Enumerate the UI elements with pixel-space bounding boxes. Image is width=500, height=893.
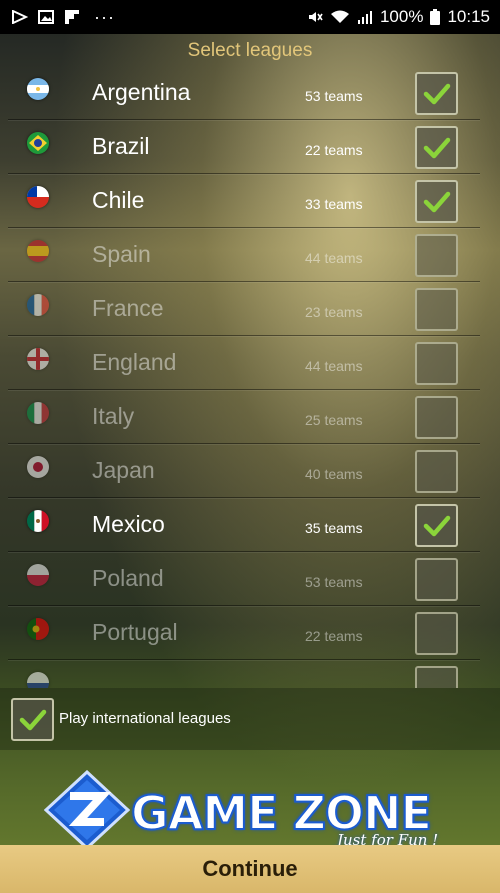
league-row[interactable]: Japan 40 teams — [0, 444, 500, 498]
league-name: Brazil — [92, 133, 150, 159]
international-leagues-checkbox[interactable] — [11, 698, 54, 741]
brazil-flag-icon — [27, 132, 49, 154]
league-row[interactable] — [0, 660, 500, 688]
league-row[interactable]: Portugal 22 teams — [0, 606, 500, 660]
checkmark-icon — [423, 515, 450, 536]
league-checkbox[interactable] — [415, 342, 458, 385]
checkmark-icon — [423, 137, 450, 158]
league-team-count: 25 teams — [305, 412, 363, 428]
league-team-count: 40 teams — [305, 466, 363, 482]
signal-icon — [357, 11, 372, 24]
france-flag-icon — [27, 294, 49, 316]
partial-flag-icon — [27, 672, 49, 688]
league-row[interactable]: Poland 53 teams — [0, 552, 500, 606]
league-name: Italy — [92, 403, 135, 429]
mexico-flag-icon — [27, 510, 49, 532]
flipboard-icon — [65, 10, 79, 24]
league-row[interactable]: Chile 33 teams — [0, 174, 500, 228]
checkmark-icon — [423, 191, 450, 212]
league-checkbox[interactable] — [415, 126, 458, 169]
poland-flag-icon — [27, 564, 49, 586]
battery-percent: 100% — [379, 7, 424, 26]
league-checkbox[interactable] — [415, 396, 458, 439]
league-list[interactable]: Argentina 53 teams Brazil 22 teams Chile 33 t… — [0, 66, 500, 688]
league-name: Mexico — [92, 511, 165, 537]
international-leagues-label: Play international leagues — [59, 710, 231, 727]
league-name: England — [92, 349, 177, 375]
league-row[interactable]: Argentina 53 teams — [0, 66, 500, 120]
japan-flag-icon — [27, 456, 49, 478]
league-name: Spain — [92, 241, 151, 267]
league-checkbox[interactable] — [415, 504, 458, 547]
league-row[interactable]: Mexico 35 teams — [0, 498, 500, 552]
international-leagues-row[interactable]: Play international leagues — [0, 688, 500, 750]
clock: 10:15 — [447, 7, 490, 26]
status-bar: ··· 100% 10:15 — [0, 0, 500, 34]
argentina-flag-icon — [27, 78, 49, 100]
league-name: Portugal — [92, 619, 178, 645]
league-name: Japan — [92, 457, 155, 483]
z-logo-icon — [44, 770, 130, 850]
image-icon — [38, 10, 54, 24]
battery-icon — [430, 9, 441, 25]
mute-icon — [308, 12, 323, 22]
league-checkbox[interactable] — [415, 666, 458, 688]
checkmark-icon — [19, 709, 46, 730]
league-row[interactable]: France 23 teams — [0, 282, 500, 336]
chile-flag-icon — [27, 186, 49, 208]
league-checkbox[interactable] — [415, 72, 458, 115]
league-team-count: 22 teams — [305, 142, 363, 158]
more-notifications: ··· — [94, 6, 115, 27]
league-checkbox[interactable] — [415, 234, 458, 277]
league-team-count: 53 teams — [305, 574, 363, 590]
play-icon — [12, 10, 28, 24]
league-name: Poland — [92, 565, 164, 591]
league-checkbox[interactable] — [415, 180, 458, 223]
league-team-count: 53 teams — [305, 88, 363, 104]
league-checkbox[interactable] — [415, 288, 458, 331]
league-name: France — [92, 295, 164, 321]
league-row[interactable]: England 44 teams — [0, 336, 500, 390]
league-name: Chile — [92, 187, 145, 213]
league-team-count: 22 teams — [305, 628, 363, 644]
page-title: Select leagues — [187, 40, 313, 61]
league-team-count: 35 teams — [305, 520, 363, 536]
portugal-flag-icon — [27, 618, 49, 640]
italy-flag-icon — [27, 402, 49, 424]
continue-button[interactable]: Continue — [0, 845, 500, 893]
league-team-count: 23 teams — [305, 304, 363, 320]
league-row[interactable]: Brazil 22 teams — [0, 120, 500, 174]
league-name: Argentina — [92, 79, 191, 105]
league-team-count: 33 teams — [305, 196, 363, 212]
game-zone-logo: GAME ZONE Just for Fun ! — [44, 770, 464, 850]
spain-flag-icon — [27, 240, 49, 262]
league-team-count: 44 teams — [305, 250, 363, 266]
wifi-icon — [330, 10, 349, 23]
checkmark-icon — [423, 83, 450, 104]
league-checkbox[interactable] — [415, 558, 458, 601]
league-checkbox[interactable] — [415, 612, 458, 655]
england-flag-icon — [27, 348, 49, 370]
league-team-count: 44 teams — [305, 358, 363, 374]
league-row[interactable]: Italy 25 teams — [0, 390, 500, 444]
league-row[interactable]: Spain 44 teams — [0, 228, 500, 282]
league-checkbox[interactable] — [415, 450, 458, 493]
